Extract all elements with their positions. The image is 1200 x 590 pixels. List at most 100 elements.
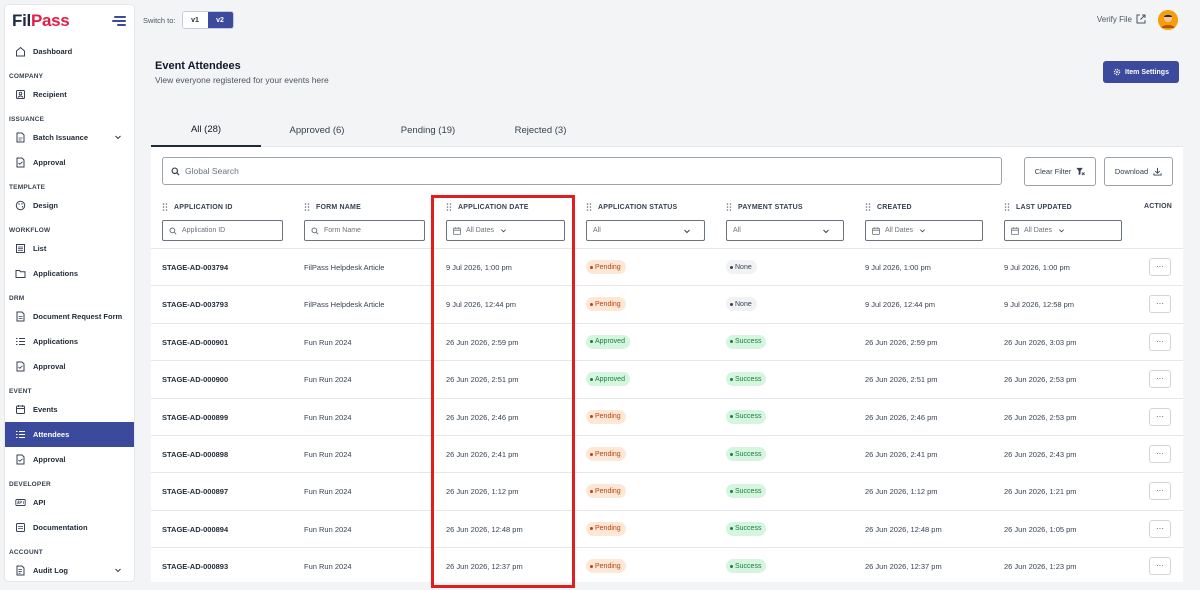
sidebar-item-label: Audit Log xyxy=(33,566,68,575)
filter-form-input[interactable]: Form Name xyxy=(304,220,425,241)
filter-created-date[interactable]: All Dates xyxy=(865,220,983,241)
attendees-table-card: Global Search Clear Filter Download APPL… xyxy=(151,147,1183,582)
download-button[interactable]: Download xyxy=(1104,157,1173,186)
table-row[interactable]: STAGE-AD-000894 Fun Run 2024 26 Jun 2026… xyxy=(151,509,1183,547)
palette-icon xyxy=(15,200,26,211)
filter-value: All Dates xyxy=(1024,227,1053,234)
column-header-date[interactable]: APPLICATION DATE xyxy=(446,203,529,211)
column-header-status[interactable]: APPLICATION STATUS xyxy=(586,203,677,211)
item-settings-button[interactable]: Item Settings xyxy=(1103,61,1179,83)
row-actions-button[interactable]: ··· xyxy=(1149,519,1171,538)
created-date: 26 Jun 2026, 12:37 pm xyxy=(865,562,942,572)
row-actions-button[interactable]: ··· xyxy=(1149,370,1171,389)
sidebar-item-dashboard[interactable]: Dashboard xyxy=(5,39,134,64)
drag-handle-icon[interactable] xyxy=(726,203,732,211)
sidebar-item-recipient[interactable]: Recipient xyxy=(5,82,134,107)
filter-status-select[interactable]: All xyxy=(586,220,705,241)
column-header-created[interactable]: CREATED xyxy=(865,203,912,211)
payment-status-badge: Success xyxy=(726,521,767,536)
version-switch: v1 v2 xyxy=(181,11,234,29)
filter-updated-date[interactable]: All Dates xyxy=(1004,220,1122,241)
application-date: 26 Jun 2026, 1:12 pm xyxy=(446,487,519,497)
sidebar-item-approval[interactable]: Approval xyxy=(5,354,134,379)
row-actions-button[interactable]: ··· xyxy=(1149,407,1171,426)
drag-handle-icon[interactable] xyxy=(446,203,452,211)
drag-handle-icon[interactable] xyxy=(1004,203,1010,211)
user-avatar[interactable] xyxy=(1158,10,1178,30)
sidebar-item-documentation[interactable]: Documentation xyxy=(5,515,134,540)
payment-status-badge: Success xyxy=(726,409,767,424)
table-row[interactable]: STAGE-AD-000901 Fun Run 2024 26 Jun 2026… xyxy=(151,322,1183,360)
drag-handle-icon[interactable] xyxy=(304,203,310,211)
table-row[interactable]: STAGE-AD-000899 Fun Run 2024 26 Jun 2026… xyxy=(151,397,1183,435)
sidebar-item-label: List xyxy=(33,244,47,253)
filter-payment-select[interactable]: All xyxy=(726,220,844,241)
clear-filter-button[interactable]: Clear Filter xyxy=(1024,157,1096,186)
sidebar-item-approval[interactable]: Approval xyxy=(5,150,134,175)
filter-date-date[interactable]: All Dates xyxy=(446,220,565,241)
tab-all[interactable]: All (28) xyxy=(151,113,261,147)
sidebar-item-api[interactable]: API xyxy=(5,490,134,515)
filpass-logo[interactable]: FilPass xyxy=(12,11,70,31)
row-actions-button[interactable]: ··· xyxy=(1149,482,1171,501)
row-actions-button[interactable]: ··· xyxy=(1149,295,1171,314)
sidebar-item-events[interactable]: Events xyxy=(5,397,134,422)
drag-handle-icon[interactable] xyxy=(865,203,871,211)
column-header-form[interactable]: FORM NAME xyxy=(304,203,361,211)
sidebar-item-label: API xyxy=(33,498,46,507)
file-icon xyxy=(15,311,26,322)
filter-id-input[interactable]: Application ID xyxy=(162,220,283,241)
sidebar-item-design[interactable]: Design xyxy=(5,193,134,218)
logo-row: FilPass xyxy=(5,5,134,37)
sidebar-item-approval[interactable]: Approval xyxy=(5,447,134,472)
file-check-icon xyxy=(15,361,26,372)
table-row[interactable]: STAGE-AD-000898 Fun Run 2024 26 Jun 2026… xyxy=(151,435,1183,472)
last-updated-date: 26 Jun 2026, 1:21 pm xyxy=(1004,487,1077,497)
sidebar-item-applications[interactable]: Applications xyxy=(5,329,134,354)
row-actions-button[interactable]: ··· xyxy=(1149,332,1171,351)
chevron-down-icon[interactable] xyxy=(114,133,122,141)
form-name: Fun Run 2024 xyxy=(304,562,352,572)
download-label: Download xyxy=(1114,167,1149,176)
table-row[interactable]: STAGE-AD-000900 Fun Run 2024 26 Jun 2026… xyxy=(151,360,1183,397)
tab-pending[interactable]: Pending (19) xyxy=(373,113,483,147)
row-actions-button[interactable]: ··· xyxy=(1149,445,1171,463)
drag-handle-icon[interactable] xyxy=(162,203,168,211)
table-row[interactable]: STAGE-AD-003793 FilPass Helpdesk Article… xyxy=(151,285,1183,322)
row-actions-button[interactable]: ··· xyxy=(1149,258,1171,276)
application-id: STAGE-AD-000898 xyxy=(162,450,229,459)
calendar-icon xyxy=(453,226,461,235)
column-header-updated[interactable]: LAST UPDATED xyxy=(1004,203,1072,211)
tab-rejected[interactable]: Rejected (3) xyxy=(483,113,598,147)
column-header-payment[interactable]: PAYMENT STATUS xyxy=(726,203,803,211)
menu-toggle-icon[interactable] xyxy=(112,16,126,26)
tab-approved[interactable]: Approved (6) xyxy=(261,113,373,147)
chevron-down-icon[interactable] xyxy=(114,566,122,574)
contact-icon xyxy=(15,89,26,100)
nav-section-account: ACCOUNT xyxy=(9,549,43,556)
application-date: 26 Jun 2026, 2:46 pm xyxy=(446,412,519,422)
sidebar-item-applications[interactable]: Applications xyxy=(5,261,134,286)
sidebar-item-label: Documentation xyxy=(33,523,88,532)
last-updated-date: 26 Jun 2026, 1:23 pm xyxy=(1004,562,1077,572)
column-header-id[interactable]: APPLICATION ID xyxy=(162,203,233,211)
page-subtitle: View everyone registered for your events… xyxy=(155,75,329,85)
sidebar-item-batch-issuance[interactable]: Batch Issuance xyxy=(5,125,134,150)
row-actions-button[interactable]: ··· xyxy=(1149,557,1171,576)
sidebar-item-attendees[interactable]: Attendees xyxy=(5,422,134,447)
sidebar-item-document-request-form[interactable]: Document Request Form xyxy=(5,304,134,329)
version-v2-button[interactable]: v2 xyxy=(207,12,233,28)
sidebar-item-list[interactable]: List xyxy=(5,236,134,261)
table-row[interactable]: STAGE-AD-000893 Fun Run 2024 26 Jun 2026… xyxy=(151,547,1183,584)
verify-file-link[interactable]: Verify File xyxy=(1097,14,1146,24)
table-row[interactable]: STAGE-AD-000897 Fun Run 2024 26 Jun 2026… xyxy=(151,472,1183,509)
version-v1-button[interactable]: v1 xyxy=(182,12,208,28)
sidebar-item-audit-log[interactable]: Audit Log xyxy=(5,558,134,581)
sidebar-item-label: Approval xyxy=(33,158,66,167)
external-link-icon xyxy=(1136,14,1146,24)
global-search-input[interactable]: Global Search xyxy=(162,157,1002,185)
switch-label: Switch to: xyxy=(143,15,176,25)
drag-handle-icon[interactable] xyxy=(586,203,592,211)
file-stack-icon xyxy=(15,132,26,143)
table-row[interactable]: STAGE-AD-003794 FilPass Helpdesk Article… xyxy=(151,248,1183,285)
